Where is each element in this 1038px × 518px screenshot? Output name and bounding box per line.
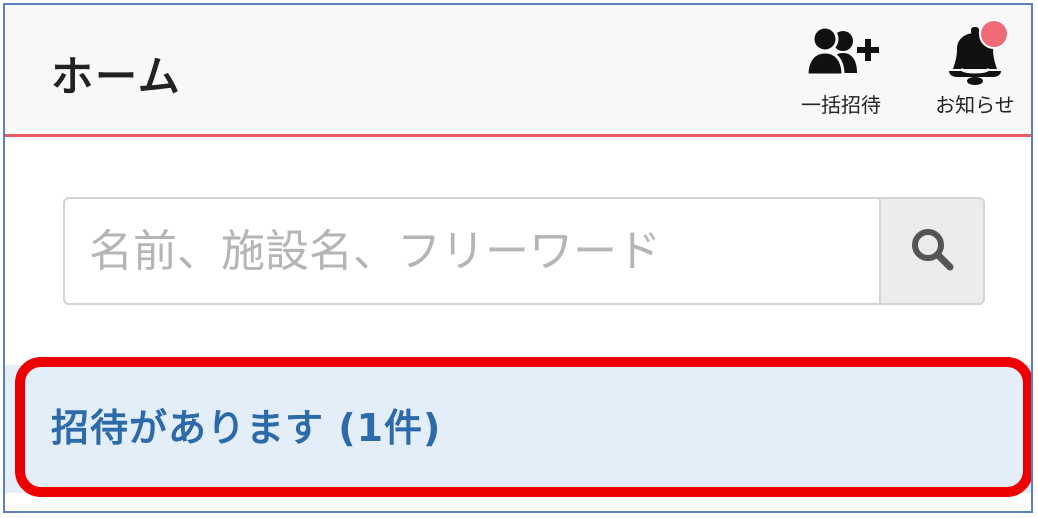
bell-icon	[921, 19, 1029, 87]
notification-badge	[979, 19, 1009, 49]
page-title: ホーム	[51, 52, 182, 101]
header-bar: ホーム 一括招待 お知らせ	[5, 5, 1031, 137]
add-users-icon	[787, 19, 895, 87]
invite-all-button[interactable]: 一括招待	[787, 19, 895, 118]
notifications-label: お知らせ	[935, 93, 1015, 117]
app-frame: ホーム 一括招待 お知らせ 名前、施設名、フリーワード 招待があります (1件)	[3, 3, 1033, 513]
search-box	[63, 197, 985, 305]
notifications-button[interactable]: お知らせ	[921, 19, 1029, 118]
invitation-banner-text[interactable]: 招待があります (1件)	[51, 397, 441, 452]
search-button[interactable]	[879, 199, 983, 303]
invitation-banner[interactable]: 招待があります (1件)	[5, 365, 1031, 493]
search-input[interactable]	[65, 199, 879, 303]
invite-all-label: 一括招待	[801, 93, 881, 117]
search-icon	[909, 226, 955, 276]
